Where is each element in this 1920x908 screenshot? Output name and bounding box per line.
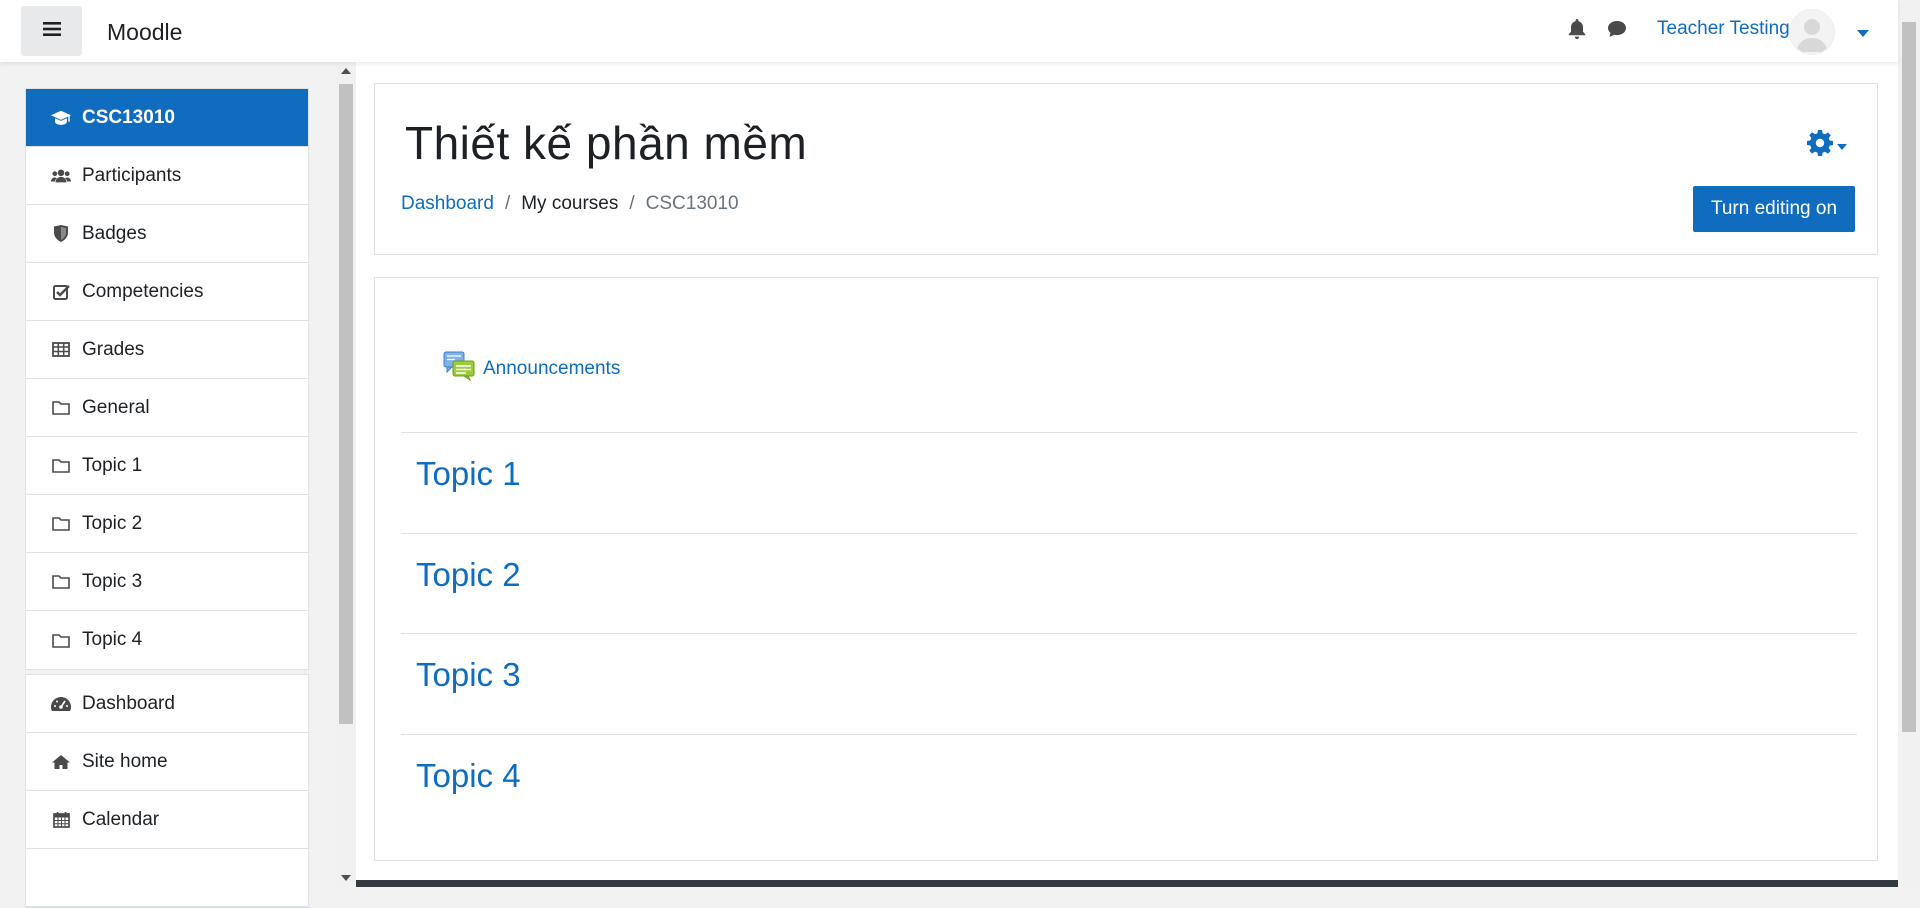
nav-item-topic-3[interactable]: Topic 3 [26, 553, 308, 611]
graduation-cap-icon [51, 110, 71, 126]
announcements-activity[interactable]: Announcements [443, 351, 620, 386]
section-title-link[interactable]: Topic 1 [416, 455, 521, 493]
page-header: Thiết kế phần mềm Dashboard / My courses… [374, 83, 1878, 255]
course-section: Topic 4 [401, 734, 1857, 834]
nav-item-calendar[interactable]: Calendar [26, 791, 308, 849]
shield-icon [51, 225, 71, 242]
breadcrumb-current[interactable]: CSC13010 [646, 193, 739, 215]
messages-button[interactable] [1607, 0, 1627, 62]
notifications-button[interactable] [1568, 0, 1586, 62]
section-title-link[interactable]: Topic 2 [416, 556, 521, 594]
chat-bubble-icon [1607, 20, 1627, 43]
page-scrollbar-thumb[interactable] [1902, 22, 1916, 732]
nav-drawer: CSC13010 Participants Badges Competencie… [0, 62, 356, 908]
table-icon [51, 342, 71, 357]
home-icon [51, 754, 71, 770]
nav-item-participants[interactable]: Participants [26, 147, 308, 205]
nav-item-dashboard[interactable]: Dashboard [26, 675, 308, 733]
drawer-toggle-button[interactable] [21, 6, 82, 56]
nav-item-label: CSC13010 [82, 106, 175, 128]
nav-item-grades[interactable]: Grades [26, 321, 308, 379]
site-nav: Dashboard Site home Calendar [25, 674, 309, 908]
announcements-link[interactable]: Announcements [483, 358, 620, 380]
folder-icon [51, 516, 71, 531]
avatar[interactable] [1789, 9, 1835, 55]
folder-icon [51, 400, 71, 415]
course-nav: CSC13010 Participants Badges Competencie… [25, 88, 309, 670]
breadcrumb-separator: / [504, 193, 511, 214]
dashboard-icon [51, 696, 71, 712]
nav-item-label: Competencies [82, 280, 204, 302]
section-title-link[interactable]: Topic 4 [416, 757, 521, 795]
bell-icon [1568, 18, 1586, 44]
nav-item-label: Participants [82, 164, 182, 186]
nav-item-label: Badges [82, 222, 147, 244]
nav-item-label: Grades [82, 338, 145, 360]
course-actions-menu[interactable] [1807, 130, 1847, 161]
drawer-scrollbar[interactable] [336, 62, 356, 887]
section-title-link[interactable]: Topic 3 [416, 656, 521, 694]
folder-icon [51, 633, 71, 648]
breadcrumb-separator: / [629, 193, 635, 214]
breadcrumb: Dashboard / My courses / CSC13010 [401, 193, 739, 215]
breadcrumb-my-courses: My courses [521, 193, 619, 214]
turn-editing-on-button[interactable]: Turn editing on [1693, 186, 1855, 232]
scroll-down-icon[interactable] [341, 875, 351, 881]
nav-item-badges[interactable]: Badges [26, 205, 308, 263]
nav-item-competencies[interactable]: Competencies [26, 263, 308, 321]
calendar-icon [51, 811, 71, 828]
nav-item-topic-4[interactable]: Topic 4 [26, 611, 308, 669]
page-scrollbar[interactable] [1898, 0, 1920, 887]
nav-item-topic-1[interactable]: Topic 1 [26, 437, 308, 495]
folder-icon [51, 458, 71, 473]
user-menu-caret-icon[interactable] [1857, 25, 1869, 43]
top-navbar: Moodle Teacher Testing [0, 0, 1898, 62]
nav-item-topic-2[interactable]: Topic 2 [26, 495, 308, 553]
chevron-down-icon [1837, 137, 1847, 155]
nav-item-label: Site home [82, 750, 168, 772]
nav-item-general[interactable]: General [26, 379, 308, 437]
nav-item-course[interactable]: CSC13010 [26, 89, 308, 147]
hamburger-icon [42, 21, 61, 42]
course-section: Topic 1 [401, 432, 1857, 532]
nav-item-label: Topic 2 [82, 512, 143, 534]
main-content: Thiết kế phần mềm Dashboard / My courses… [356, 62, 1898, 887]
forum-icon [443, 351, 475, 386]
nav-item-label: Topic 3 [82, 570, 143, 592]
page-footer [356, 880, 1898, 887]
checkbox-icon [51, 284, 71, 300]
nav-item-label: Dashboard [82, 692, 175, 714]
user-menu-name[interactable]: Teacher Testing [1657, 18, 1790, 40]
nav-item-site-home[interactable]: Site home [26, 733, 308, 791]
course-section: Topic 3 [401, 633, 1857, 733]
nav-item-label: Topic 1 [82, 454, 143, 476]
nav-item-label: Topic 4 [82, 629, 143, 650]
scroll-up-icon[interactable] [341, 68, 351, 74]
nav-item-more[interactable] [26, 849, 308, 907]
page-title: Thiết kế phần mềm [405, 117, 808, 169]
nav-item-label: General [82, 396, 150, 418]
site-brand[interactable]: Moodle [107, 19, 182, 46]
folder-icon [51, 574, 71, 589]
nav-item-label: Calendar [82, 808, 160, 830]
course-content: Announcements Topic 1 Topic 2 Topic 3 To… [374, 277, 1878, 861]
breadcrumb-dashboard[interactable]: Dashboard [401, 193, 494, 215]
drawer-scrollbar-thumb[interactable] [339, 84, 353, 724]
course-section: Topic 2 [401, 533, 1857, 633]
gear-icon [1807, 130, 1833, 161]
users-icon [51, 168, 71, 184]
